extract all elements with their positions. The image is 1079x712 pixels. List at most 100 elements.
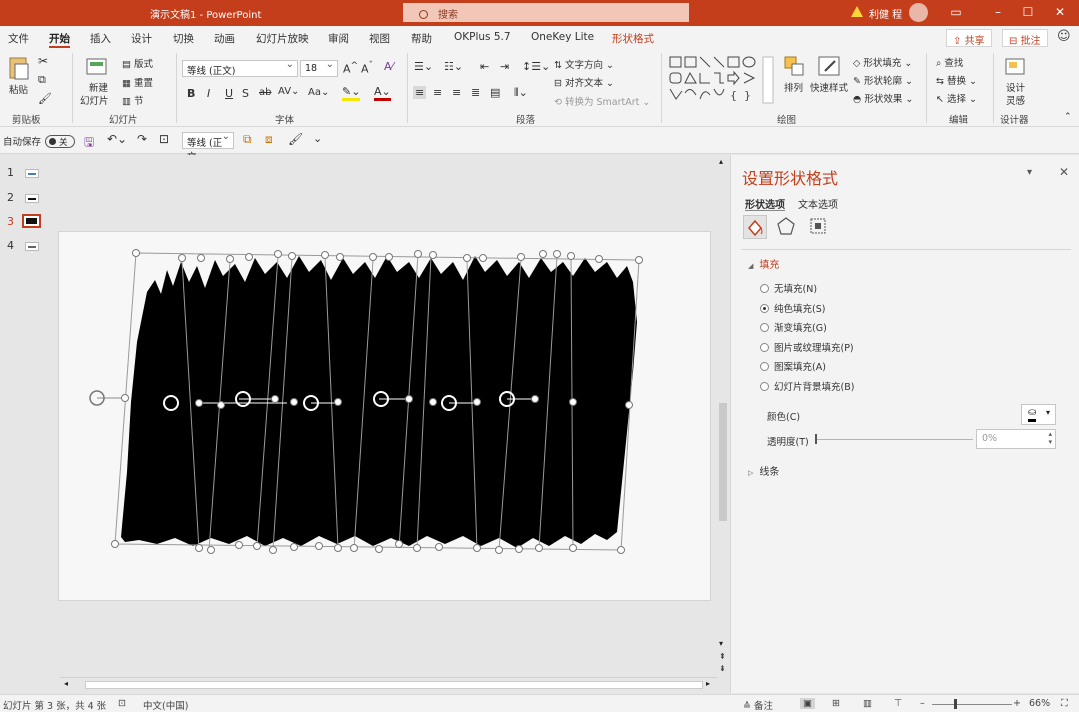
smiley-icon[interactable]: ☺ — [1057, 29, 1071, 44]
scroll-down-icon[interactable]: ▾ — [719, 639, 723, 648]
spinner-icon[interactable]: ▴ ▾ — [1048, 430, 1052, 446]
justify-icon[interactable]: ≣ — [471, 86, 480, 99]
qat-font-combo[interactable]: 等线 (正文 — [182, 131, 234, 163]
paste-icon[interactable] — [8, 55, 30, 81]
scrollbar-thumb[interactable] — [719, 403, 727, 521]
fill-option-picture[interactable]: 图片或纹理填充(P) — [760, 340, 854, 354]
tab-help[interactable]: 帮助 — [411, 31, 432, 46]
transparency-slider[interactable] — [815, 439, 973, 440]
fit-to-window-icon[interactable]: ⛶ — [1061, 698, 1068, 709]
slide[interactable] — [58, 231, 711, 601]
undo-icon[interactable]: ↶⌄ — [107, 132, 127, 146]
section-button[interactable]: ▥ 节 — [122, 93, 144, 107]
align-right-icon[interactable]: ≡ — [452, 86, 461, 99]
line-section-header[interactable]: ▷ 线条 — [748, 463, 779, 478]
quick-styles-icon[interactable] — [817, 55, 843, 79]
slide-thumbnail-2[interactable] — [25, 194, 39, 203]
tab-design[interactable]: 设计 — [131, 31, 152, 46]
tab-file[interactable]: 文件 — [8, 31, 29, 46]
change-case-icon[interactable]: Aa⌄ — [308, 87, 329, 98]
shape-outline-button[interactable]: ✎ 形状轮廓 ⌄ — [853, 73, 913, 87]
design-ideas-icon[interactable] — [1004, 55, 1028, 79]
design-ideas-label-1[interactable]: 设计 — [1006, 80, 1025, 94]
new-slide-label-2[interactable]: 幻灯片 — [80, 93, 109, 107]
font-color-icon[interactable]: A⌄ — [374, 85, 391, 101]
increase-indent-icon[interactable]: ⇥ — [500, 60, 509, 73]
tab-text-options[interactable]: 文本选项 — [798, 196, 838, 211]
highlight-icon[interactable]: ✎⌄ — [342, 85, 361, 101]
slideshow-icon[interactable]: ⊤ — [894, 698, 902, 709]
previous-slide-icon[interactable]: ⇞ — [719, 652, 726, 661]
decrease-font-icon[interactable]: Aˇ — [361, 60, 373, 76]
normal-view-icon[interactable]: ▣ — [800, 698, 815, 709]
tab-animations[interactable]: 动画 — [214, 31, 235, 46]
fill-option-background[interactable]: 幻灯片背景填充(B) — [760, 379, 854, 393]
replace-button[interactable]: ⇆ 替换 ⌄ — [936, 73, 977, 87]
comments-button[interactable]: ⊟ 批注 — [1002, 29, 1048, 47]
reading-view-icon[interactable]: ▥ — [863, 698, 872, 709]
start-presentation-icon[interactable]: ⊡ — [159, 132, 169, 146]
convert-smartart-button[interactable]: ⟲ 转换为 SmartArt ⌄ — [554, 94, 650, 108]
scroll-right-icon[interactable]: ▸ — [706, 679, 710, 688]
zoom-level[interactable]: 66% — [1029, 698, 1050, 709]
transparency-slider-handle[interactable] — [815, 434, 817, 444]
columns-icon[interactable]: ⫴⌄ — [514, 86, 528, 100]
tab-review[interactable]: 审阅 — [328, 31, 349, 46]
copy-icon[interactable]: ⧉ — [38, 73, 46, 87]
shape-union-icon[interactable]: ⧉ — [243, 132, 252, 147]
tab-transitions[interactable]: 切换 — [173, 31, 194, 46]
italic-icon[interactable]: I — [207, 87, 210, 100]
zoom-in-icon[interactable]: + — [1013, 698, 1021, 709]
clear-formatting-icon[interactable]: A⁄ — [384, 60, 393, 73]
slide-sorter-icon[interactable]: ⊞ — [832, 698, 840, 709]
collapse-ribbon-icon[interactable]: ⌃ — [1064, 112, 1072, 122]
scrollbar-thumb[interactable] — [85, 681, 703, 689]
format-painter-icon[interactable]: 🖌 — [38, 92, 52, 105]
text-direction-button[interactable]: ⇅ 文字方向 ⌄ — [554, 57, 614, 71]
scroll-up-icon[interactable]: ▴ — [719, 157, 723, 166]
effects-icon[interactable] — [775, 215, 799, 239]
share-button[interactable]: ⇪ 共享 — [946, 29, 992, 47]
align-text-button[interactable]: ⊟ 对齐文本 ⌄ — [554, 75, 614, 89]
fill-option-pattern[interactable]: 图案填充(A) — [760, 359, 826, 373]
tab-view[interactable]: 视图 — [369, 31, 390, 46]
zoom-out-icon[interactable]: – — [920, 698, 925, 709]
layout-button[interactable]: ▤ 版式 — [122, 56, 153, 70]
reset-button[interactable]: ▦ 重置 — [122, 75, 153, 89]
vertical-scrollbar[interactable]: ▴ ▾ ⇞ ⇟ — [717, 155, 730, 677]
tab-insert[interactable]: 插入 — [90, 31, 111, 46]
maximize-icon[interactable]: ☐ — [1020, 4, 1036, 20]
fill-option-none[interactable]: 无填充(N) — [760, 281, 817, 295]
bullets-icon[interactable]: ☰⌄ — [414, 60, 433, 73]
new-slide-label-1[interactable]: 新建 — [89, 80, 108, 94]
select-button[interactable]: ↖ 选择 ⌄ — [936, 91, 977, 105]
pane-close-icon[interactable]: ✕ — [1059, 165, 1069, 179]
autosave-toggle[interactable]: 关 — [45, 135, 75, 148]
size-properties-icon[interactable] — [807, 215, 831, 239]
align-center-icon[interactable]: ≡ — [433, 86, 442, 99]
redo-icon[interactable]: ↷ — [137, 132, 147, 146]
shape-fill-button[interactable]: ◇ 形状填充 ⌄ — [853, 55, 912, 69]
avatar[interactable] — [909, 3, 928, 22]
decrease-indent-icon[interactable]: ⇤ — [480, 60, 489, 73]
ribbon-display-options-icon[interactable]: ▭ — [948, 4, 964, 20]
align-left-icon[interactable]: ≡ — [413, 86, 427, 99]
accessibility-icon[interactable]: ⊡ — [118, 698, 126, 709]
paste-label[interactable]: 粘贴 — [9, 82, 28, 96]
tab-shape-format[interactable]: 形状格式 — [612, 31, 654, 46]
transparency-input[interactable]: 0% ▴ ▾ — [976, 429, 1056, 449]
design-ideas-label-2[interactable]: 灵感 — [1006, 93, 1025, 107]
fill-line-icon[interactable] — [743, 215, 767, 239]
slide-thumbnail-4[interactable] — [25, 242, 39, 251]
font-name-combo[interactable]: 等线 (正文) — [182, 59, 298, 77]
quick-styles-label[interactable]: 快速样式 — [810, 80, 848, 94]
line-spacing-icon[interactable]: ↕☰⌄ — [522, 60, 550, 73]
next-slide-icon[interactable]: ⇟ — [719, 664, 726, 673]
zoom-slider-handle[interactable] — [954, 699, 957, 709]
distributed-icon[interactable]: ▤ — [490, 86, 500, 99]
close-icon[interactable]: ✕ — [1052, 4, 1068, 20]
fill-option-gradient[interactable]: 渐变填充(G) — [760, 320, 827, 334]
tab-slideshow[interactable]: 幻灯片放映 — [256, 31, 309, 46]
search-box[interactable]: 搜索 — [403, 3, 689, 22]
horizontal-scrollbar[interactable]: ◂ ▸ — [60, 677, 717, 691]
